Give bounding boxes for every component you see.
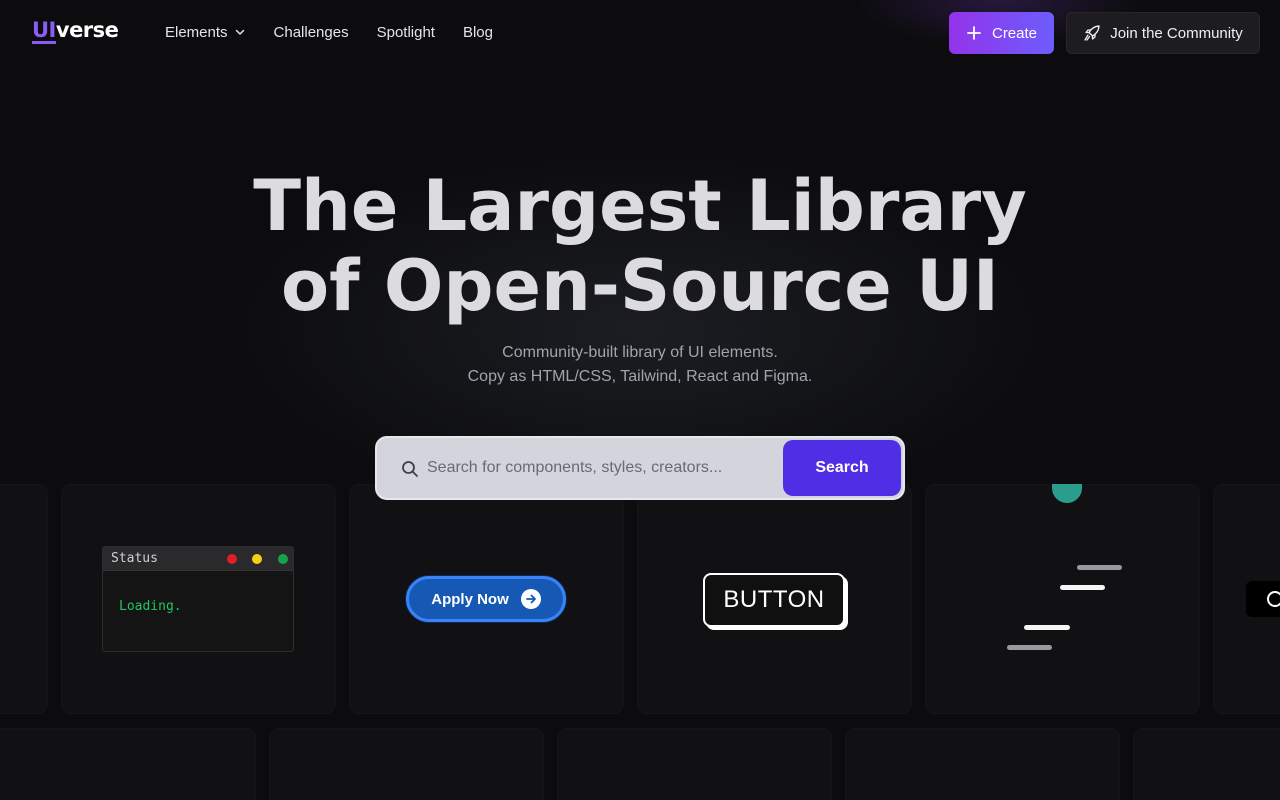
create-button-label: Create — [991, 24, 1038, 42]
uiverse-logo[interactable]: UI verse — [32, 18, 119, 44]
hero-subtitle-line1: Community-built library of UI elements. — [502, 344, 778, 361]
logo-verse: verse — [55, 18, 119, 42]
nav-challenges-label: Challenges — [273, 23, 349, 41]
nav-spotlight[interactable]: Spotlight — [377, 20, 435, 44]
github-button-partial[interactable] — [1246, 581, 1280, 617]
join-community-label: Join the Community — [1110, 24, 1243, 42]
loader-bar — [1060, 585, 1105, 590]
hero-title-line1: The Largest Library — [253, 165, 1027, 247]
chevron-down-icon — [235, 29, 244, 35]
apply-now-button[interactable]: Apply Now — [406, 576, 566, 622]
component-card[interactable] — [845, 728, 1120, 800]
component-card[interactable] — [0, 484, 48, 714]
rocket-icon — [1084, 25, 1100, 41]
nav-challenges[interactable]: Challenges — [274, 20, 349, 44]
status-window-title: Status — [111, 551, 158, 566]
component-card[interactable] — [557, 728, 832, 800]
red-dot — [227, 554, 237, 564]
top-navigation: UI verse Elements Challenges Spotlight B… — [0, 0, 1280, 64]
apply-now-label: Apply Now — [431, 590, 509, 608]
loader-bar — [1077, 565, 1122, 570]
join-community-button[interactable]: Join the Community — [1066, 12, 1260, 54]
main-nav: Elements Challenges Spotlight Blog — [165, 20, 493, 44]
search-input[interactable] — [427, 452, 777, 484]
nav-blog-label: Blog — [462, 23, 493, 41]
github-icon — [1267, 591, 1280, 607]
nav-blog[interactable]: Blog — [463, 20, 493, 44]
arrow-right-circle-icon — [520, 589, 541, 609]
create-button[interactable]: Create — [949, 12, 1054, 54]
green-dot — [278, 554, 288, 564]
search-bar: Search — [375, 436, 905, 500]
status-window-component: Status Loading. — [102, 546, 294, 652]
loader-bar — [1024, 625, 1070, 630]
nav-elements[interactable]: Elements — [165, 20, 246, 44]
plus-icon — [967, 26, 981, 40]
status-window-body: Loading. — [119, 599, 182, 614]
loader-bar — [1007, 645, 1052, 650]
component-card[interactable] — [0, 728, 256, 800]
search-button[interactable]: Search — [783, 440, 901, 496]
nav-spotlight-label: Spotlight — [376, 23, 435, 41]
component-card[interactable] — [269, 728, 544, 800]
plain-button-component[interactable]: BUTTON — [703, 573, 845, 627]
component-card[interactable] — [1133, 728, 1280, 800]
hero-title-line2: of Open-Source UI — [281, 245, 999, 327]
hero-subtitle: Community-built library of UI elements. … — [0, 341, 1280, 389]
status-window-header: Status — [103, 547, 293, 571]
yellow-dot — [252, 554, 262, 564]
logo-ui: UI — [32, 18, 56, 44]
component-card[interactable] — [925, 484, 1200, 714]
search-icon — [402, 461, 418, 477]
hero-subtitle-line2: Copy as HTML/CSS, Tailwind, React and Fi… — [467, 368, 813, 385]
hero-title: The Largest Library of Open-Source UI — [0, 166, 1280, 326]
nav-elements-label: Elements — [165, 23, 228, 41]
